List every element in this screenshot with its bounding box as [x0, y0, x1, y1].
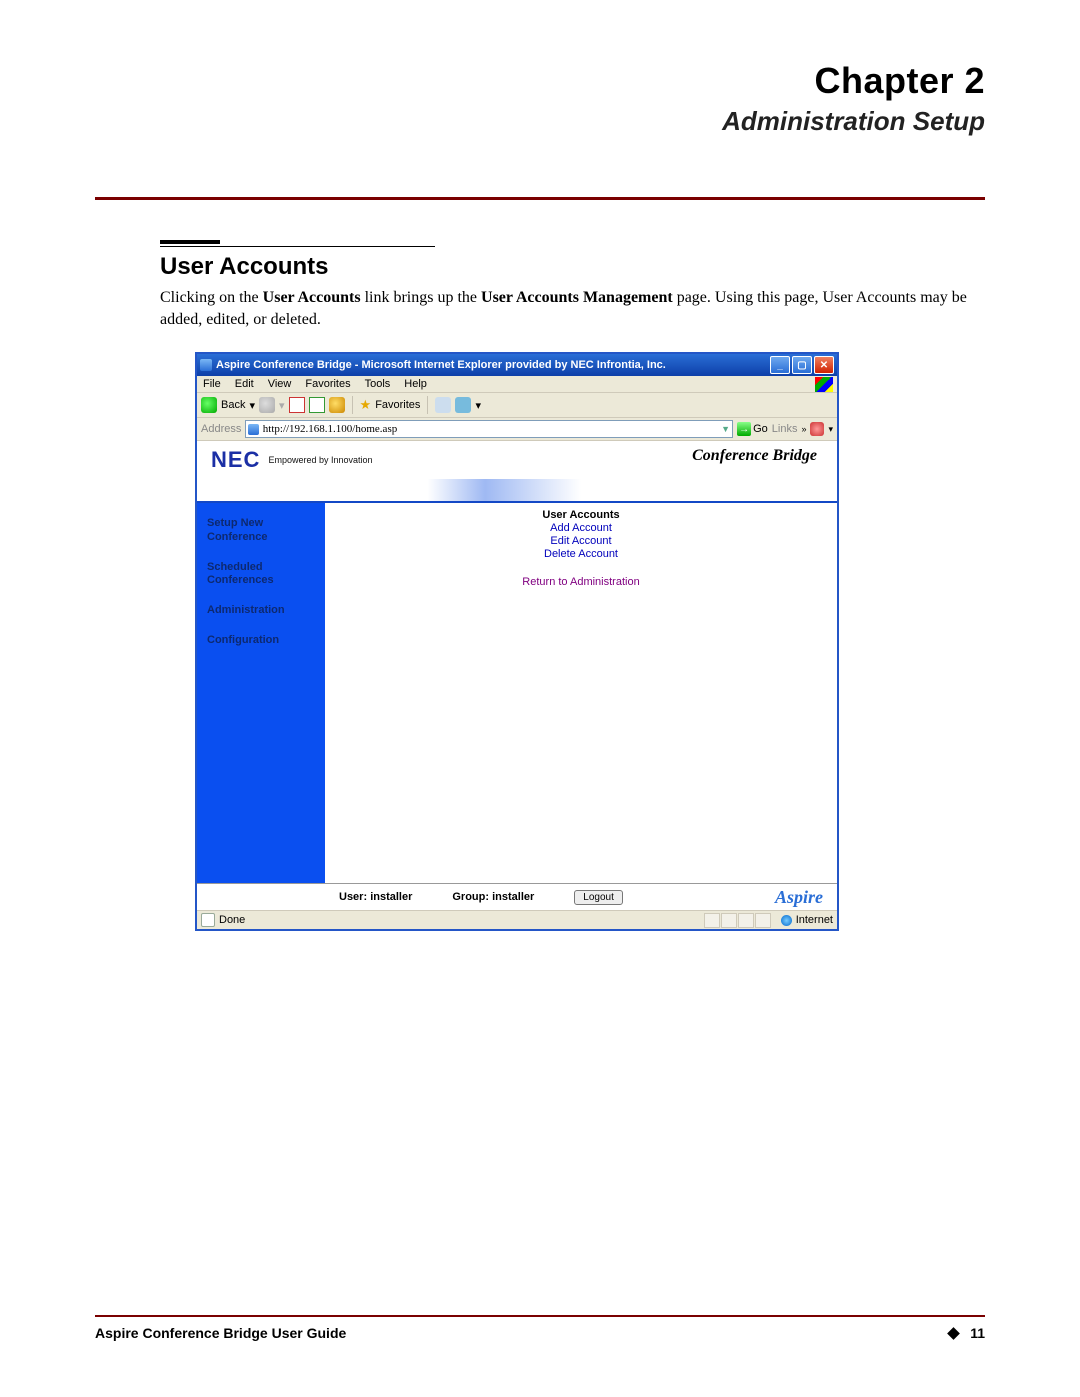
body-text: Clicking on the: [160, 289, 263, 306]
toolbar-separator: [352, 396, 353, 414]
header-rule: [95, 197, 985, 200]
main-panel: User Accounts Add Account Edit Account D…: [325, 503, 837, 883]
footer-user-value: installer: [370, 891, 412, 903]
sidebar: Setup New Conference Scheduled Conferenc…: [197, 503, 325, 883]
section-body: Clicking on the User Accounts link bring…: [160, 287, 985, 330]
refresh-button[interactable]: [309, 397, 325, 413]
mail-icon[interactable]: [455, 397, 471, 413]
status-done: Done: [219, 914, 245, 926]
chapter-subtitle: Administration Setup: [95, 106, 985, 137]
page-icon: [248, 424, 258, 435]
sidebar-item-scheduled[interactable]: Scheduled Conferences: [207, 561, 315, 589]
app-footer: User: installer Group: installer Logout …: [197, 883, 837, 910]
menu-view[interactable]: View: [268, 378, 292, 390]
forward-button[interactable]: [259, 397, 275, 413]
section-heading: User Accounts: [160, 253, 985, 281]
app-banner: NEC Empowered by Innovation Conference B…: [197, 441, 837, 479]
sidebar-item-configuration[interactable]: Configuration: [207, 634, 315, 648]
menu-help[interactable]: Help: [404, 378, 427, 390]
footer-user: User: installer: [339, 891, 412, 903]
menu-tools[interactable]: Tools: [365, 378, 391, 390]
chapter-title: Chapter 2: [95, 60, 985, 102]
window-title: Aspire Conference Bridge - Microsoft Int…: [212, 359, 770, 371]
footer-user-label: User:: [339, 891, 367, 903]
footer-page-number: 11: [949, 1325, 985, 1341]
go-icon: →: [737, 422, 751, 436]
back-icon[interactable]: [201, 397, 217, 413]
menubar: File Edit View Favorites Tools Help: [197, 376, 837, 393]
av-icon[interactable]: [810, 422, 824, 436]
links-label[interactable]: Links: [772, 423, 798, 435]
av-dropdown-icon[interactable]: ▾: [828, 424, 833, 435]
link-edit-account[interactable]: Edit Account: [325, 535, 837, 547]
go-button[interactable]: → Go: [737, 422, 768, 436]
favorites-button[interactable]: Favorites: [375, 399, 420, 411]
sidebar-item-setup[interactable]: Setup New Conference: [207, 517, 315, 545]
toolbar-separator: [427, 396, 428, 414]
ie-icon: [200, 359, 212, 371]
app-body: Setup New Conference Scheduled Conferenc…: [197, 503, 837, 883]
go-label: Go: [753, 423, 768, 435]
section-rule-thick: [160, 240, 220, 244]
menu-edit[interactable]: Edit: [235, 378, 254, 390]
address-label: Address: [201, 423, 241, 435]
link-delete-account[interactable]: Delete Account: [325, 548, 837, 560]
favorites-star-icon[interactable]: ★: [360, 397, 372, 413]
page-number: 11: [970, 1325, 985, 1341]
back-dropdown-icon[interactable]: ▾: [249, 399, 255, 412]
body-bold: User Accounts: [263, 289, 361, 306]
print-icon[interactable]: [435, 397, 451, 413]
status-page-icon: [201, 913, 215, 927]
home-button[interactable]: [329, 397, 345, 413]
minimize-button[interactable]: _: [770, 356, 790, 374]
product-title: Conference Bridge: [692, 447, 817, 465]
mail-dropdown-icon[interactable]: ▾: [475, 399, 481, 412]
menu-favorites[interactable]: Favorites: [305, 378, 350, 390]
link-return-admin[interactable]: Return to Administration: [325, 576, 837, 588]
back-button[interactable]: Back: [221, 399, 245, 411]
body-text: link brings up the: [361, 289, 481, 306]
document-page: Chapter 2 Administration Setup User Acco…: [0, 0, 1080, 1397]
maximize-button[interactable]: ▢: [792, 356, 812, 374]
logout-button[interactable]: Logout: [574, 890, 623, 905]
banner-swoosh: [197, 479, 837, 503]
address-bar: Address ▼ → Go Links » ▾: [197, 418, 837, 441]
links-chevron-icon[interactable]: »: [801, 424, 806, 434]
body-bold: User Accounts Management: [481, 289, 673, 306]
aspire-logo: Aspire: [775, 887, 823, 908]
menu-file[interactable]: File: [203, 378, 221, 390]
footer-group: Group: installer: [452, 891, 534, 903]
link-add-account[interactable]: Add Account: [325, 522, 837, 534]
user-accounts-heading: User Accounts: [325, 509, 837, 521]
address-field[interactable]: ▼: [245, 420, 733, 438]
diamond-icon: [947, 1327, 960, 1340]
address-dropdown-icon[interactable]: ▼: [721, 424, 730, 434]
window-buttons: _ ▢ ✕: [770, 356, 834, 374]
sidebar-item-administration[interactable]: Administration: [207, 604, 315, 618]
footer-group-value: installer: [492, 891, 534, 903]
forward-dropdown-icon[interactable]: ▾: [279, 399, 285, 412]
toolbar: Back ▾ ▾ ★ Favorites ▾: [197, 393, 837, 418]
app-content: NEC Empowered by Innovation Conference B…: [197, 441, 837, 910]
browser-window: Aspire Conference Bridge - Microsoft Int…: [195, 352, 839, 931]
footer-group-label: Group:: [452, 891, 489, 903]
nec-tagline: Empowered by Innovation: [268, 455, 372, 465]
status-cells: [704, 913, 771, 928]
chapter-header: Chapter 2 Administration Setup: [95, 60, 985, 200]
status-zone: Internet: [796, 914, 833, 926]
internet-zone-icon: [781, 915, 792, 926]
address-input[interactable]: [261, 422, 721, 436]
nec-logo: NEC: [211, 447, 260, 473]
section-rule-thin: [160, 246, 435, 247]
footer-guide-title: Aspire Conference Bridge User Guide: [95, 1325, 346, 1341]
status-bar: Done Internet: [197, 910, 837, 929]
footer-rule: [95, 1315, 985, 1317]
footer-row: Aspire Conference Bridge User Guide 11: [95, 1325, 985, 1341]
windows-flag-icon: [815, 377, 833, 392]
stop-button[interactable]: [289, 397, 305, 413]
close-button[interactable]: ✕: [814, 356, 834, 374]
titlebar: Aspire Conference Bridge - Microsoft Int…: [197, 354, 837, 376]
page-footer: Aspire Conference Bridge User Guide 11: [95, 1315, 985, 1341]
section: User Accounts Clicking on the User Accou…: [95, 240, 985, 931]
